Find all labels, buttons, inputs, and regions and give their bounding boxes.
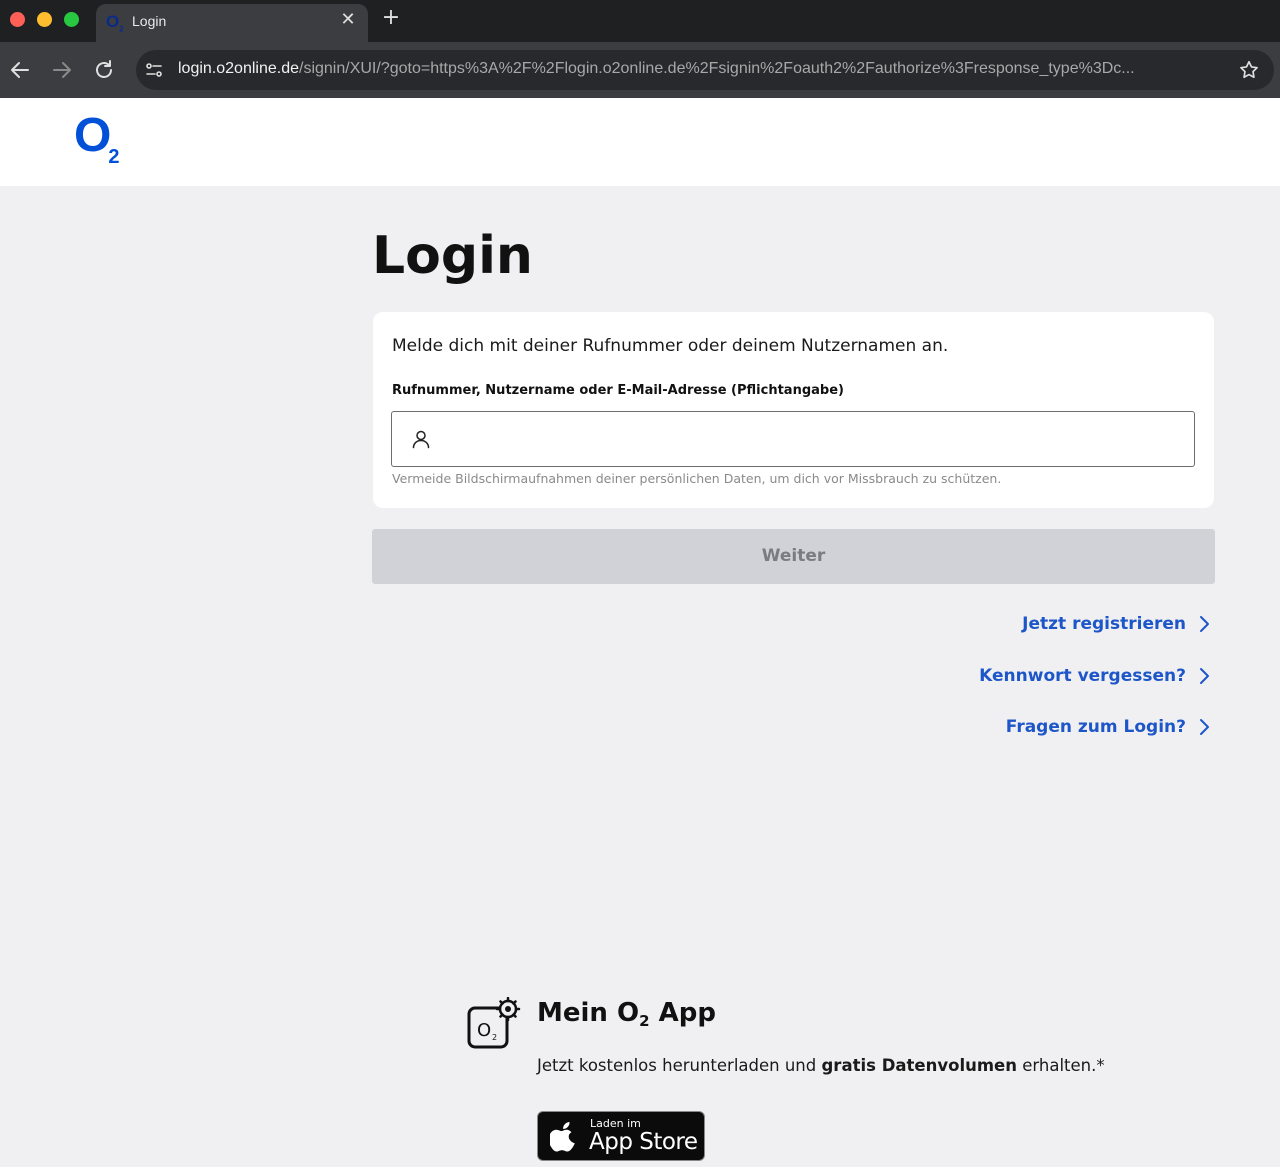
site-info-icon[interactable] bbox=[144, 60, 164, 80]
close-tab-icon[interactable]: ✕ bbox=[338, 10, 358, 30]
chevron-right-icon bbox=[1200, 719, 1209, 735]
bookmark-star-icon[interactable] bbox=[1238, 59, 1260, 81]
url-text[interactable]: login.o2online.de/signin/XUI/?goto=https… bbox=[178, 60, 1218, 78]
address-bar[interactable]: login.o2online.de/signin/XUI/?goto=https… bbox=[136, 50, 1274, 90]
login-card: Melde dich mit deiner Rufnummer oder dei… bbox=[373, 312, 1214, 508]
username-input-container[interactable] bbox=[391, 411, 1195, 467]
o2-favicon-icon: O2 bbox=[106, 12, 124, 34]
app-promo-text: Jetzt kostenlos herunterladen und gratis… bbox=[537, 1056, 1105, 1075]
chevron-right-icon bbox=[1200, 668, 1209, 684]
o2-logo[interactable]: O2 bbox=[74, 112, 119, 168]
weiter-button[interactable]: Weiter bbox=[372, 529, 1215, 584]
svg-text:O: O bbox=[477, 1020, 491, 1041]
register-link[interactable]: Jetzt registrieren bbox=[1022, 611, 1212, 637]
forward-arrow-icon[interactable] bbox=[50, 58, 74, 82]
new-tab-icon[interactable]: + bbox=[380, 6, 402, 30]
forgot-password-link[interactable]: Kennwort vergessen? bbox=[979, 663, 1212, 689]
username-field-label: Rufnummer, Nutzername oder E-Mail-Adress… bbox=[392, 383, 844, 398]
apple-icon bbox=[548, 1120, 578, 1152]
reload-icon[interactable] bbox=[92, 58, 116, 82]
screenshot-warning-text: Vermeide Bildschirmaufnahmen deiner pers… bbox=[392, 471, 1002, 486]
browser-tab-bar: O2 Login ✕ + bbox=[0, 0, 1280, 42]
o2-app-icon: O 2 bbox=[466, 996, 522, 1051]
app-store-big-text: App Store bbox=[589, 1129, 698, 1155]
back-arrow-icon[interactable] bbox=[8, 58, 32, 82]
browser-toolbar: login.o2online.de/signin/XUI/?goto=https… bbox=[0, 42, 1280, 98]
username-input[interactable] bbox=[444, 412, 1184, 466]
app-store-badge[interactable]: Laden im App Store bbox=[537, 1111, 705, 1161]
window-minimize-button[interactable] bbox=[37, 12, 52, 27]
user-icon bbox=[411, 429, 431, 449]
login-help-link-label: Fragen zum Login? bbox=[1005, 717, 1186, 737]
page-title: Login bbox=[372, 226, 533, 286]
forgot-password-link-label: Kennwort vergessen? bbox=[979, 666, 1186, 686]
window-maximize-button[interactable] bbox=[64, 12, 79, 27]
app-promo-title: Mein O2 App bbox=[537, 998, 716, 1030]
chevron-right-icon bbox=[1200, 616, 1209, 632]
window-close-button[interactable] bbox=[10, 12, 25, 27]
svg-text:2: 2 bbox=[492, 1033, 497, 1042]
login-help-link[interactable]: Fragen zum Login? bbox=[1006, 714, 1212, 740]
tab-title: Login bbox=[132, 13, 167, 29]
site-header: O2 bbox=[0, 98, 1280, 186]
register-link-label: Jetzt registrieren bbox=[1022, 614, 1186, 634]
browser-tab-login[interactable]: O2 Login ✕ bbox=[96, 4, 368, 42]
login-intro-text: Melde dich mit deiner Rufnummer oder dei… bbox=[392, 336, 949, 356]
